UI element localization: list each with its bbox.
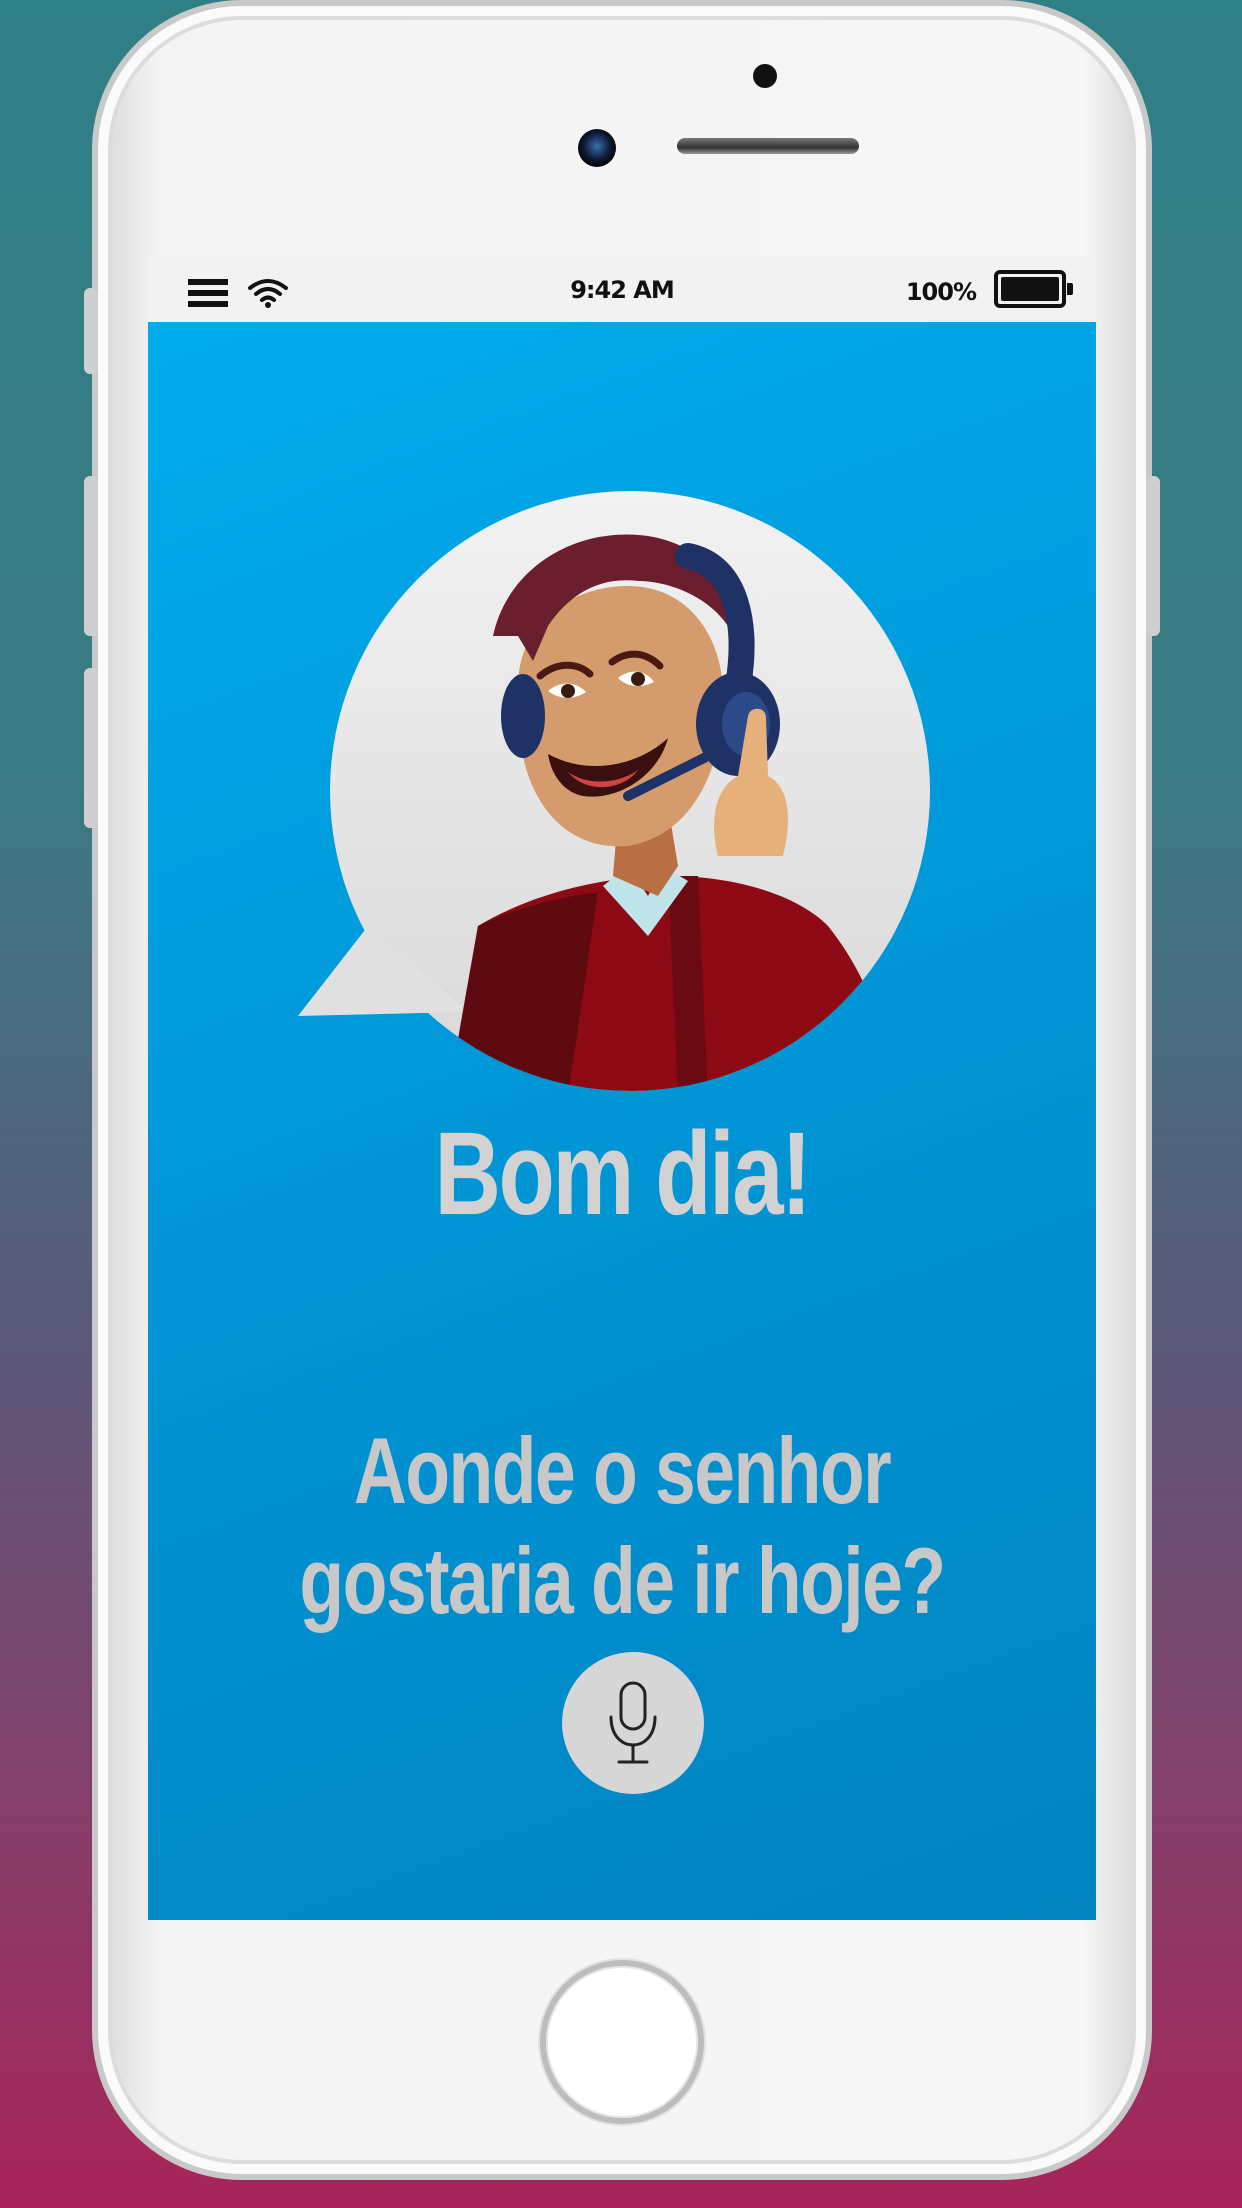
- volume-up-button[interactable]: [84, 476, 98, 636]
- greeting-title: Bom dia!: [434, 1108, 811, 1240]
- microphone-button[interactable]: [562, 1652, 704, 1794]
- destination-question: Aonde o senhor gostaria de ir hoje?: [252, 1416, 991, 1636]
- battery-icon: [994, 270, 1073, 308]
- mute-switch[interactable]: [84, 288, 98, 374]
- front-camera: [578, 129, 616, 167]
- assistant-avatar-illustration: [298, 491, 930, 1091]
- question-line-1: Aonde o senhor: [353, 1418, 892, 1523]
- home-button[interactable]: [540, 1960, 704, 2124]
- battery-fill: [1001, 277, 1059, 301]
- earpiece-speaker: [677, 138, 859, 154]
- microphone-icon: [609, 1681, 657, 1764]
- power-button[interactable]: [1146, 476, 1160, 636]
- status-bar: 9:42 AM 100%: [148, 256, 1096, 322]
- app-screen: 9:42 AM 100% Bom dia! Aonde o senhor gos…: [148, 256, 1096, 1920]
- volume-down-button[interactable]: [84, 668, 98, 828]
- question-line-2: gostaria de ir hoje?: [299, 1528, 946, 1633]
- proximity-sensor: [753, 64, 777, 88]
- battery-percentage: 100%: [905, 278, 977, 306]
